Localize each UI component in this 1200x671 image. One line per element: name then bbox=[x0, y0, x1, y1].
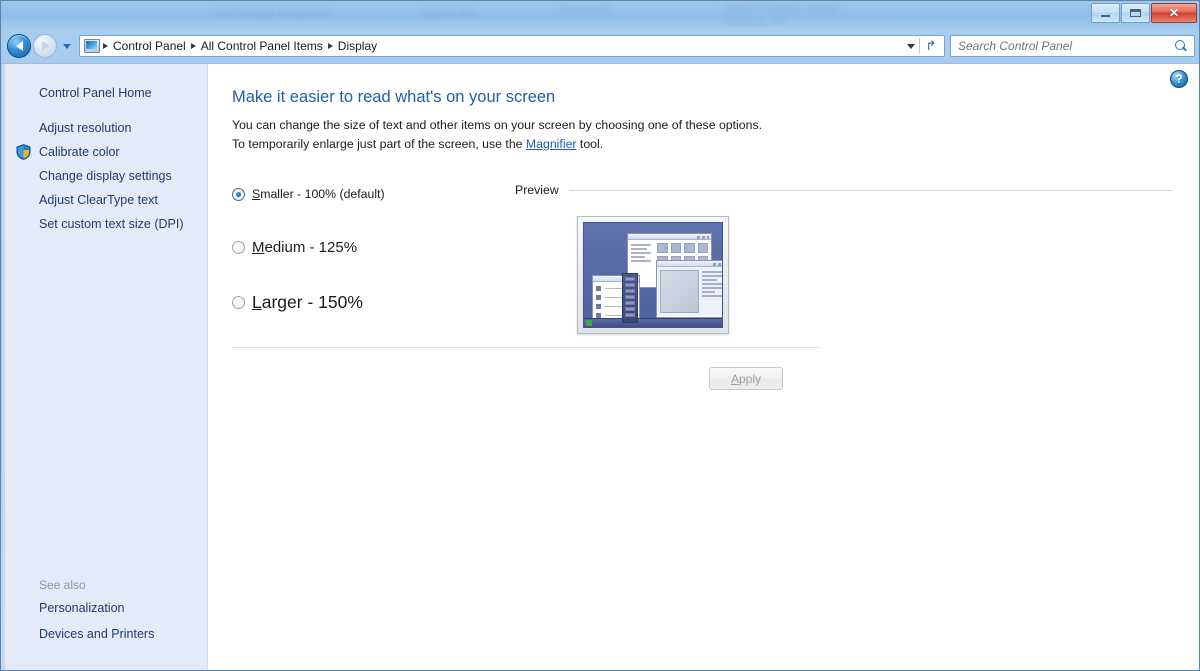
apply-button[interactable]: Apply bbox=[709, 367, 783, 390]
window-controls: ✕ bbox=[1090, 3, 1197, 23]
description-text-part1: You can change the size of text and othe… bbox=[232, 118, 763, 152]
control-panel-icon bbox=[84, 39, 100, 53]
address-bar[interactable]: Control Panel All Control Panel Items Di… bbox=[79, 35, 945, 57]
options-and-preview: Smaller - 100% (default) Medium - 125% L… bbox=[232, 183, 1199, 335]
background-ghost-text: Remove All bbox=[561, 4, 612, 15]
preview-header: Preview bbox=[515, 183, 1199, 198]
option-larger-rest: arger - 150% bbox=[261, 291, 363, 312]
sidebar-item-label: Set custom text size (DPI) bbox=[39, 217, 184, 231]
back-button[interactable] bbox=[7, 34, 31, 58]
preview-thumbnail bbox=[577, 216, 729, 335]
minimize-icon bbox=[1101, 14, 1110, 17]
uac-shield-icon bbox=[16, 144, 31, 160]
sidebar-item-set-custom-text-size[interactable]: Set custom text size (DPI) bbox=[2, 212, 207, 236]
option-larger[interactable]: Larger - 150% bbox=[232, 289, 497, 315]
navigation-bar: Control Panel All Control Panel Items Di… bbox=[1, 31, 1199, 61]
sidebar-item-adjust-resolution[interactable]: Adjust resolution bbox=[2, 116, 207, 140]
maximize-icon bbox=[1130, 9, 1141, 17]
option-medium-rest: edium - 125% bbox=[264, 238, 358, 256]
sidebar-item-label: Change display settings bbox=[39, 169, 172, 183]
radio-smaller[interactable] bbox=[232, 187, 245, 201]
preview-window-foreground bbox=[656, 260, 722, 319]
preview-rule bbox=[568, 189, 1172, 191]
preview-window-body bbox=[657, 267, 722, 317]
sidebar-item-label: Calibrate color bbox=[39, 145, 120, 159]
control-panel-window: Set Default Programs Search Box Remove A… bbox=[0, 0, 1200, 671]
main-content: ? Make it easier to read what's on your … bbox=[208, 64, 1199, 670]
page-title: Make it easier to read what's on your sc… bbox=[232, 88, 556, 106]
see-also-item-personalization[interactable]: Personalization bbox=[2, 595, 207, 621]
option-medium-accel: M bbox=[252, 238, 265, 256]
minimize-button[interactable] bbox=[1091, 3, 1120, 23]
preview-window-titlebar bbox=[657, 261, 722, 268]
address-dropdown-button[interactable] bbox=[903, 43, 919, 49]
sidebar-item-control-panel-home[interactable]: Control Panel Home bbox=[2, 82, 207, 104]
see-also-section: See also Personalization Devices and Pri… bbox=[2, 575, 207, 670]
sidebar-item-label: Adjust resolution bbox=[39, 121, 132, 135]
option-smaller-accel: S bbox=[252, 187, 261, 202]
title-bar[interactable]: Set Default Programs Search Box Remove A… bbox=[1, 1, 1199, 29]
option-smaller-label: Smaller - 100% (default) bbox=[252, 187, 385, 201]
option-larger-accel: L bbox=[252, 291, 262, 312]
breadcrumb-display[interactable]: Display bbox=[334, 39, 381, 53]
preview-text-lines bbox=[702, 270, 722, 313]
radio-larger[interactable] bbox=[232, 295, 245, 309]
see-also-header: See also bbox=[39, 578, 86, 592]
apply-accel: A bbox=[730, 371, 739, 386]
page-description: You can change the size of text and othe… bbox=[232, 116, 772, 154]
preview-label: Preview bbox=[515, 183, 559, 198]
sidebar-item-label: Adjust ClearType text bbox=[39, 193, 158, 207]
background-ghost-text: Search Box bbox=[421, 9, 478, 21]
content-divider bbox=[232, 347, 820, 348]
preview-desktop bbox=[583, 222, 723, 329]
preview-start-button-icon bbox=[586, 320, 592, 327]
search-icon[interactable] bbox=[1174, 39, 1188, 53]
text-size-options: Smaller - 100% (default) Medium - 125% L… bbox=[232, 183, 497, 334]
help-button[interactable]: ? bbox=[1170, 70, 1188, 88]
background-ghost-text: Default Programs Settings bbox=[723, 3, 840, 14]
maximize-button[interactable] bbox=[1121, 3, 1150, 23]
sidebar-item-adjust-cleartype-text[interactable]: Adjust ClearType text bbox=[2, 188, 207, 212]
apply-rest: pply bbox=[739, 371, 762, 386]
window-body: Control Panel Home Adjust resolution Cal… bbox=[2, 63, 1199, 670]
option-smaller-rest: maller - 100% (default) bbox=[260, 187, 385, 202]
close-button[interactable]: ✕ bbox=[1151, 3, 1197, 23]
chevron-down-icon bbox=[907, 43, 915, 49]
preview-sidebar-panel bbox=[622, 273, 638, 324]
radio-medium[interactable] bbox=[232, 240, 245, 254]
background-ghost-text: Window XP bbox=[723, 15, 786, 29]
breadcrumb-separator-icon bbox=[103, 43, 108, 49]
preview-window-titlebar bbox=[628, 234, 711, 241]
preview-content-pane bbox=[660, 270, 699, 314]
sidebar-item-calibrate-color[interactable]: Calibrate color bbox=[2, 140, 207, 164]
option-smaller[interactable]: Smaller - 100% (default) bbox=[232, 183, 497, 205]
forward-button[interactable] bbox=[33, 34, 57, 58]
search-input[interactable] bbox=[958, 39, 1174, 53]
option-larger-label: Larger - 150% bbox=[252, 292, 363, 313]
chevron-down-icon bbox=[63, 43, 71, 49]
description-text-part2: tool. bbox=[576, 137, 604, 152]
search-box[interactable] bbox=[950, 35, 1195, 57]
preview-section: Preview bbox=[497, 183, 1199, 335]
magnifier-link[interactable]: Magnifier bbox=[526, 137, 577, 151]
see-also-item-devices-and-printers[interactable]: Devices and Printers bbox=[2, 621, 207, 647]
breadcrumb-separator-icon bbox=[190, 43, 196, 49]
refresh-button[interactable]: ↱ bbox=[920, 38, 942, 54]
recent-pages-button[interactable] bbox=[60, 34, 74, 58]
preview-taskbar bbox=[584, 318, 722, 328]
forward-arrow-icon bbox=[41, 41, 49, 51]
breadcrumb-control-panel[interactable]: Control Panel bbox=[109, 39, 190, 53]
background-ghost-text: Set Default Programs bbox=[215, 7, 330, 21]
breadcrumb-separator-icon bbox=[327, 43, 333, 49]
breadcrumb-all-control-panel-items[interactable]: All Control Panel Items bbox=[197, 39, 327, 53]
sidebar: Control Panel Home Adjust resolution Cal… bbox=[2, 64, 208, 670]
sidebar-item-change-display-settings[interactable]: Change display settings bbox=[2, 164, 207, 188]
option-medium-label: Medium - 125% bbox=[252, 239, 357, 256]
back-arrow-icon bbox=[15, 41, 23, 51]
sidebar-task-list: Adjust resolution Calibrate color Change… bbox=[2, 116, 207, 236]
option-medium[interactable]: Medium - 125% bbox=[232, 235, 497, 259]
